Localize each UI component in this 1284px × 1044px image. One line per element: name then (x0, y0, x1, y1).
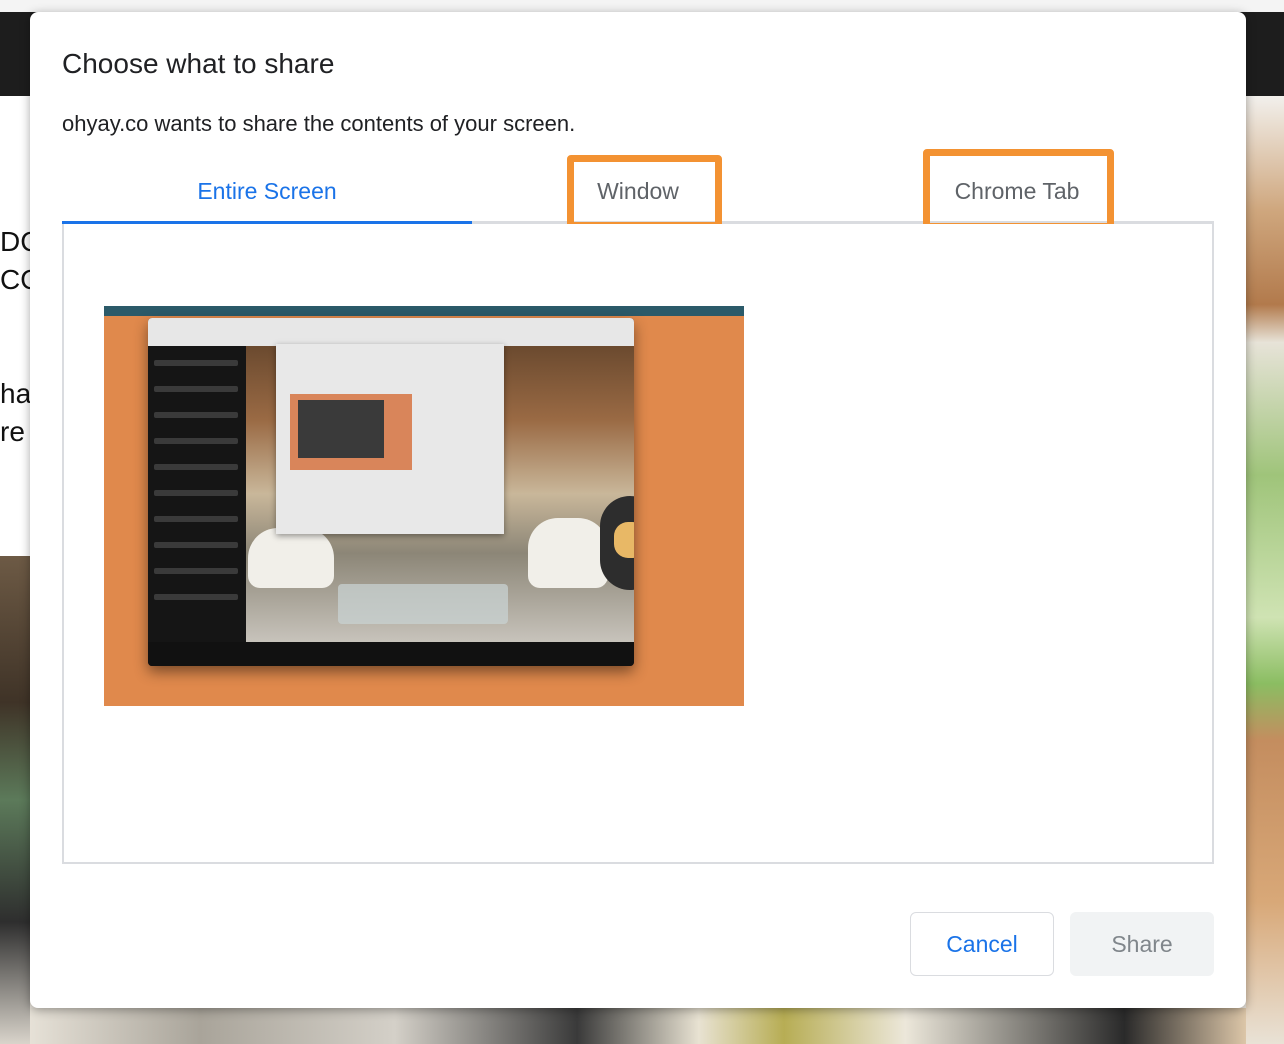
share-button[interactable]: Share (1070, 912, 1214, 976)
thumbnail-sidebar-row (154, 568, 238, 574)
cancel-button[interactable]: Cancel (910, 912, 1054, 976)
thumbnail-browser-chrome (148, 318, 634, 346)
screen-preview-panel (62, 224, 1214, 864)
background-text-4: re (0, 416, 25, 447)
thumbnail-avatar-face (614, 522, 634, 558)
thumbnail-sidebar-row (154, 464, 238, 470)
thumbnail-sidebar-row (154, 360, 238, 366)
thumbnail-nested-preview (290, 394, 412, 470)
tab-entire-screen[interactable]: Entire Screen (62, 162, 472, 224)
thumbnail-sidebar (148, 346, 246, 642)
thumbnail-nested-window (298, 400, 384, 458)
window-tab-highlight (567, 155, 722, 229)
thumbnail-sidebar-row (154, 412, 238, 418)
dialog-title: Choose what to share (62, 48, 335, 79)
thumbnail-sidebar-row (154, 542, 238, 548)
background-left-panel (0, 96, 30, 556)
thumbnail-chair-left (248, 528, 334, 588)
thumbnail-sidebar-row (154, 594, 238, 600)
share-dialog: Choose what to share ohyay.co wants to s… (30, 12, 1246, 1008)
browser-top-strip (0, 0, 1284, 12)
chrome-tab-highlight (923, 149, 1114, 230)
thumbnail-glass-table (338, 584, 508, 624)
thumbnail-nested-dialog (276, 344, 504, 534)
thumbnail-bottom-toolbar (148, 642, 634, 666)
background-bookshelf (0, 556, 30, 1044)
thumbnail-avatar (600, 496, 634, 590)
thumbnail-browser-window (148, 318, 634, 666)
thumbnail-sidebar-row (154, 516, 238, 522)
thumbnail-menubar (104, 306, 744, 316)
thumbnail-sidebar-row (154, 386, 238, 392)
entire-screen-thumbnail[interactable] (104, 306, 744, 706)
thumbnail-chair-right (528, 518, 608, 588)
background-room-floor (30, 1008, 1246, 1044)
dialog-subtitle: ohyay.co wants to share the contents of … (62, 111, 576, 136)
thumbnail-sidebar-row (154, 490, 238, 496)
thumbnail-sidebar-row (154, 438, 238, 444)
background-room-photo (1246, 96, 1284, 1044)
background-text-3: ha (0, 378, 32, 409)
